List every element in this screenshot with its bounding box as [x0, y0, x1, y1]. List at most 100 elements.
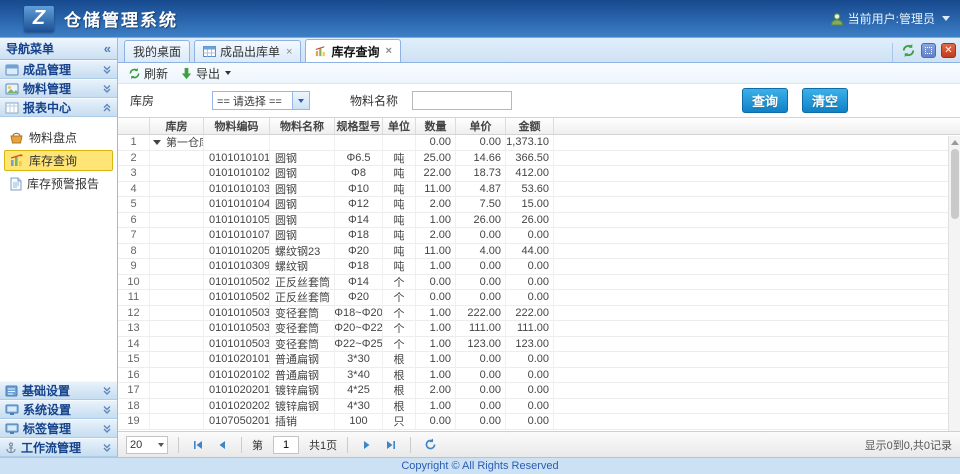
sidebar-item-inventory-warning-report[interactable]: 库存预警报告 — [4, 173, 113, 194]
close-panel-icon[interactable]: ✕ — [941, 43, 956, 58]
grid-row[interactable]: 10010101050201正反丝套筒Φ14个0.000.000.00 — [118, 275, 948, 291]
cell-qty: 0.00 — [416, 275, 456, 290]
cell-price: 111.00 — [456, 321, 506, 336]
grid-scrollbar[interactable] — [948, 136, 960, 431]
refresh-tabs-icon[interactable] — [901, 43, 916, 58]
grid-row[interactable]: 30101010102圆钢Φ8吨22.0018.73412.00 — [118, 166, 948, 182]
export-button[interactable]: 导出 — [176, 64, 235, 83]
grid-row[interactable]: 170101020201镀锌扁钢4*25根2.000.000.00 — [118, 383, 948, 399]
group-label: 成品管理 — [23, 61, 71, 78]
sidebar-group-workflow-mgmt[interactable]: 工作流管理 — [0, 438, 117, 457]
grid-row[interactable]: 40101010103圆钢Φ10吨11.004.8753.60 — [118, 182, 948, 198]
tab-product-outbound[interactable]: 成品出库单 × — [194, 40, 301, 62]
group-label: 物料管理 — [23, 80, 71, 97]
grid-row[interactable]: 80101010205螺纹钢23Φ20吨11.004.0044.00 — [118, 244, 948, 260]
cell-unit: 吨 — [383, 213, 416, 228]
grid-row[interactable]: 12010101050301变径套筒Φ18~Φ20个1.00222.00222.… — [118, 306, 948, 322]
col-unit[interactable]: 单位 — [383, 118, 416, 134]
monitor-icon — [5, 423, 19, 435]
cell-spec: 3*30 — [335, 352, 383, 367]
user-menu[interactable]: 当前用户:管理员 — [830, 10, 950, 27]
tree-expand-icon[interactable] — [153, 140, 161, 145]
cell-material-name: 变径套筒 — [270, 337, 335, 352]
page-size-select[interactable]: 20 — [126, 436, 168, 454]
reload-grid-button[interactable] — [421, 436, 439, 454]
cell-filler — [554, 151, 948, 166]
grid-row[interactable]: 190107050201插销100只0.000.000.00 — [118, 414, 948, 430]
prev-page-button[interactable] — [213, 436, 231, 454]
sidebar-item-inventory-query[interactable]: 库存查询 — [4, 150, 113, 171]
grid-row[interactable]: 14010101050303变径套筒Φ22~Φ25个1.00123.00123.… — [118, 337, 948, 353]
col-price[interactable]: 单价 — [456, 118, 506, 134]
warehouse-select-arrow-icon[interactable] — [292, 92, 309, 109]
scroll-up-icon[interactable] — [951, 140, 959, 145]
grid-row[interactable]: 11010101050204正反丝套筒Φ20个0.000.000.00 — [118, 290, 948, 306]
material-name-input[interactable] — [412, 91, 512, 110]
grid-row[interactable]: 60101010105圆钢Φ14吨1.0026.0026.00 — [118, 213, 948, 229]
col-material-code[interactable]: 物料编码 — [204, 118, 270, 134]
sidebar-group-report-center[interactable]: 报表中心 — [0, 98, 117, 117]
grid-row[interactable]: 180101020202镀锌扁钢4*30根1.000.000.00 — [118, 399, 948, 415]
maximize-icon[interactable] — [921, 43, 936, 58]
col-warehouse[interactable]: 库房 — [150, 118, 204, 134]
grid-row[interactable]: 160101020102普通扁钢3*40根1.000.000.00 — [118, 368, 948, 384]
nav-title: 导航菜单 — [6, 40, 54, 57]
cell-rownum: 7 — [118, 228, 150, 243]
grid-row[interactable]: 90101010309螺纹钢Φ18吨1.000.000.00 — [118, 259, 948, 275]
grid-row[interactable]: 1第一仓库0.000.001,373.10 — [118, 135, 948, 151]
record-count-status: 显示0到0,共0记录 — [865, 437, 952, 453]
sidebar-group-label-mgmt[interactable]: 标签管理 — [0, 419, 117, 438]
cell-spec: Φ18 — [335, 228, 383, 243]
sidebar-group-material-mgmt[interactable]: 物料管理 — [0, 79, 117, 98]
cell-filler — [554, 166, 948, 181]
cell-warehouse: 第一仓库 — [150, 135, 204, 150]
cell-spec: 3*40 — [335, 368, 383, 383]
last-page-button[interactable] — [382, 436, 400, 454]
refresh-button[interactable]: 刷新 — [124, 64, 172, 83]
grid-row[interactable]: 13010101050302变径套筒Φ20~Φ22个1.00111.00111.… — [118, 321, 948, 337]
cell-amount: 0.00 — [506, 399, 554, 414]
tab-inventory-query[interactable]: 库存查询 × — [305, 39, 400, 62]
first-page-button[interactable] — [189, 436, 207, 454]
col-qty[interactable]: 数量 — [416, 118, 456, 134]
cell-unit: 个 — [383, 306, 416, 321]
cell-material-name: 圆钢 — [270, 166, 335, 181]
warehouse-select-value: == 请选择 == — [213, 93, 292, 109]
cell-material-code: 0101010205 — [204, 244, 270, 259]
grid-row[interactable]: 70101010107圆钢Φ18吨2.000.000.00 — [118, 228, 948, 244]
user-icon — [830, 12, 844, 26]
grid-row[interactable]: 50101010104圆钢Φ12吨2.007.5015.00 — [118, 197, 948, 213]
cell-qty: 1.00 — [416, 337, 456, 352]
tab-my-desktop[interactable]: 我的桌面 — [124, 40, 190, 62]
warehouse-select[interactable]: == 请选择 == — [212, 91, 310, 110]
cell-amount: 0.00 — [506, 275, 554, 290]
cell-price: 0.00 — [456, 414, 506, 429]
cell-rownum: 13 — [118, 321, 150, 336]
search-button[interactable]: 查询 — [742, 88, 788, 113]
tab-close-icon[interactable]: × — [286, 46, 292, 58]
scrollbar-thumb[interactable] — [951, 149, 959, 219]
tab-close-icon[interactable]: × — [385, 45, 391, 57]
clear-button[interactable]: 清空 — [802, 88, 848, 113]
cell-amount: 44.00 — [506, 244, 554, 259]
sidebar-group-basic-settings[interactable]: 基础设置 — [0, 381, 117, 400]
sidebar-group-product-mgmt[interactable]: 成品管理 — [0, 60, 117, 79]
cell-filler — [554, 399, 948, 414]
grid-row[interactable]: 150101020101普通扁钢3*30根1.000.000.00 — [118, 352, 948, 368]
cell-material-code: 0101010107 — [204, 228, 270, 243]
sidebar-item-material-count[interactable]: 物料盘点 — [4, 127, 113, 148]
sidebar-group-system-settings[interactable]: 系统设置 — [0, 400, 117, 419]
cell-material-name: 插销 — [270, 414, 335, 429]
grid-row[interactable]: 20101010101圆钢Φ6.5吨25.0014.66366.50 — [118, 151, 948, 167]
cell-qty: 1.00 — [416, 259, 456, 274]
table-icon — [203, 46, 216, 57]
page-number-input[interactable] — [273, 436, 299, 454]
cell-qty: 1.00 — [416, 399, 456, 414]
col-material-name[interactable]: 物料名称 — [270, 118, 335, 134]
collapse-sidebar-icon[interactable]: « — [104, 41, 111, 56]
col-amount[interactable]: 金额 — [506, 118, 554, 134]
cell-amount: 0.00 — [506, 414, 554, 429]
next-page-button[interactable] — [358, 436, 376, 454]
cell-material-code: 0101010105 — [204, 213, 270, 228]
col-spec[interactable]: 规格型号 — [335, 118, 383, 134]
